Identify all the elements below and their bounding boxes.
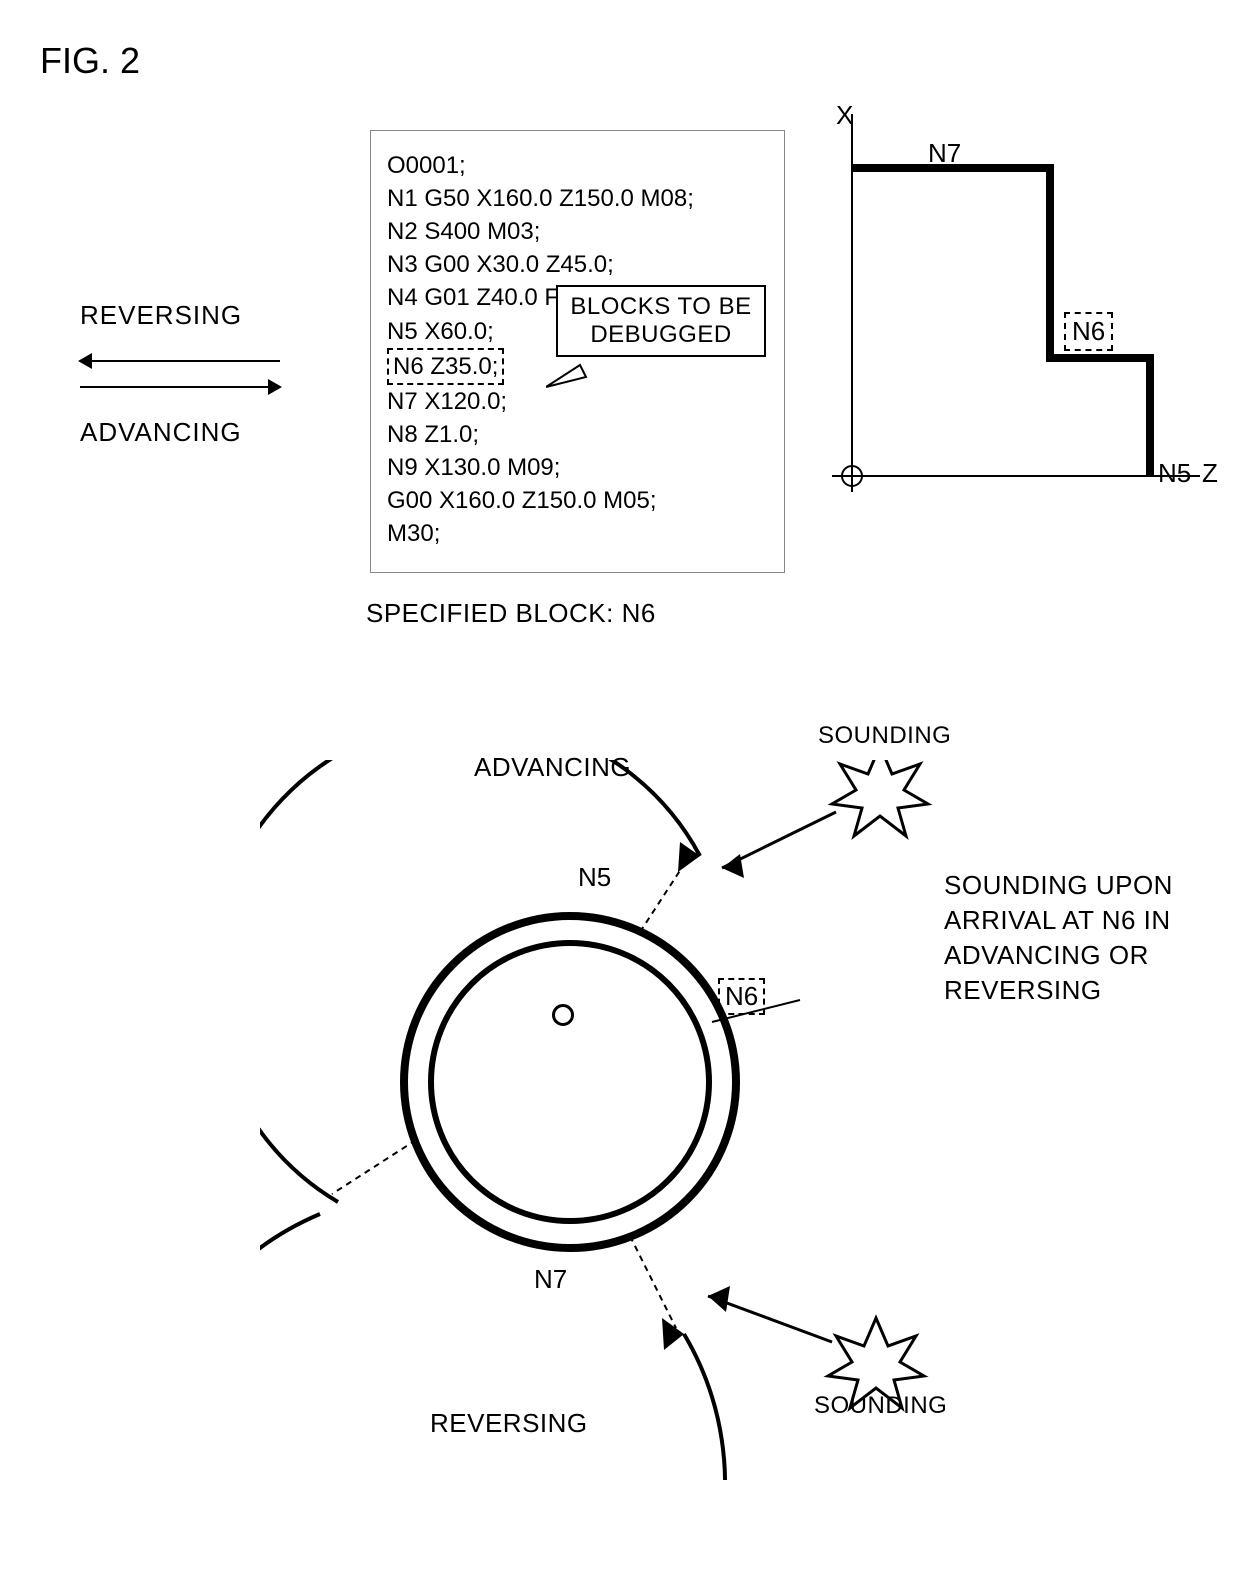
code-line: N1 G50 X160.0 Z150.0 M08; xyxy=(387,182,768,215)
code-line: N3 G00 X30.0 Z45.0; xyxy=(387,248,768,281)
plot-svg xyxy=(818,100,1218,520)
arrow-set xyxy=(80,351,280,397)
dial-advancing-label: ADVANCING xyxy=(474,752,631,783)
dial-n5: N5 xyxy=(578,862,611,893)
plot-n6: N6 xyxy=(1064,312,1113,351)
arrow-right-icon xyxy=(80,377,280,397)
sounding-top: SOUNDING xyxy=(818,722,948,750)
arrows-block: REVERSING ADVANCING xyxy=(80,300,280,468)
dial-n7: N7 xyxy=(534,1264,567,1295)
n6-highlight: N6 Z35.0; xyxy=(387,348,504,385)
code-line: N9 X130.0 M09; xyxy=(387,451,768,484)
reversing-label: REVERSING xyxy=(80,300,280,331)
callout-tail-icon xyxy=(546,363,590,403)
code-line: M30; xyxy=(387,517,768,550)
code-line: O0001; xyxy=(387,149,768,182)
z-axis-label: Z xyxy=(1202,458,1218,489)
advancing-label: ADVANCING xyxy=(80,417,280,448)
sounding-bottom: SOUNDING xyxy=(814,1392,944,1420)
arrow-left-icon xyxy=(80,351,280,371)
specified-block-label: SPECIFIED BLOCK: N6 xyxy=(366,598,656,629)
code-line: N8 Z1.0; xyxy=(387,418,768,451)
xz-plot: X Z N7 N5 N6 xyxy=(818,100,1218,520)
debug-callout: BLOCKS TO BE DEBUGGED xyxy=(556,285,766,357)
code-line: G00 X160.0 Z150.0 M05; xyxy=(387,484,768,517)
code-line: N2 S400 M03; xyxy=(387,215,768,248)
plot-n5: N5 xyxy=(1158,458,1191,489)
figure-label: FIG. 2 xyxy=(40,40,140,82)
dial-reversing-label: REVERSING xyxy=(430,1408,588,1439)
x-axis-label: X xyxy=(836,100,853,131)
dial-area: ADVANCING REVERSING N5 N7 N6 SOUNDING SO… xyxy=(260,760,1180,1480)
dial-n6: N6 xyxy=(718,978,765,1015)
sounding-note: SOUNDING UPON ARRIVAL AT N6 IN ADVANCING… xyxy=(944,868,1204,1008)
plot-n7: N7 xyxy=(928,138,961,169)
